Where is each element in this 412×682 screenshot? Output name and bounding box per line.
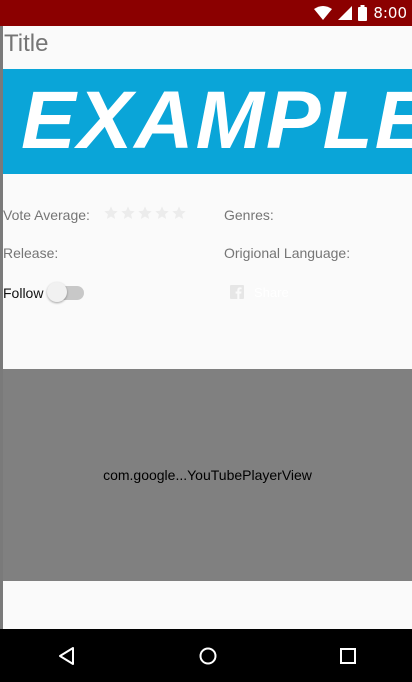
star-icon bbox=[138, 206, 152, 219]
genres-label: Genres: bbox=[224, 207, 274, 223]
vote-average-label: Vote Average: bbox=[3, 207, 90, 223]
follow-label: Follow bbox=[3, 285, 44, 301]
follow-switch[interactable] bbox=[46, 282, 86, 304]
nav-back-button[interactable] bbox=[54, 643, 80, 669]
share-label: Share bbox=[254, 284, 289, 300]
follow-switch-thumb bbox=[47, 282, 67, 302]
cell-signal-icon bbox=[338, 6, 353, 20]
nav-recents-button[interactable] bbox=[335, 643, 361, 669]
star-icon bbox=[104, 206, 118, 219]
star-icon bbox=[172, 206, 186, 219]
banner-image: EXAMPLE bbox=[3, 69, 412, 174]
facebook-icon bbox=[230, 285, 244, 299]
share-button[interactable]: Share bbox=[230, 282, 289, 302]
navigation-bar bbox=[0, 629, 412, 682]
banner-text: EXAMPLE bbox=[21, 75, 412, 166]
youtube-player-view[interactable]: com.google...YouTubePlayerView bbox=[3, 369, 412, 581]
release-label: Release: bbox=[3, 245, 59, 261]
nav-home-button[interactable] bbox=[195, 643, 221, 669]
star-icon bbox=[121, 206, 135, 219]
wifi-icon bbox=[314, 6, 333, 20]
home-icon bbox=[199, 647, 217, 665]
recents-icon bbox=[340, 648, 356, 664]
battery-icon bbox=[358, 5, 368, 21]
star-icon bbox=[155, 206, 169, 219]
page-title: Title bbox=[4, 30, 49, 57]
status-bar: 8:00 bbox=[0, 0, 412, 26]
original-language-label: Origional Language: bbox=[224, 245, 351, 261]
status-time: 8:00 bbox=[373, 4, 407, 22]
back-icon bbox=[59, 647, 74, 665]
rating-bar[interactable] bbox=[103, 205, 187, 221]
app-screen: 8:00 Title EXAMPLE Vote Average: Genres:… bbox=[0, 0, 412, 682]
status-icons: 8:00 bbox=[314, 3, 407, 23]
player-label: com.google...YouTubePlayerView bbox=[103, 467, 312, 483]
